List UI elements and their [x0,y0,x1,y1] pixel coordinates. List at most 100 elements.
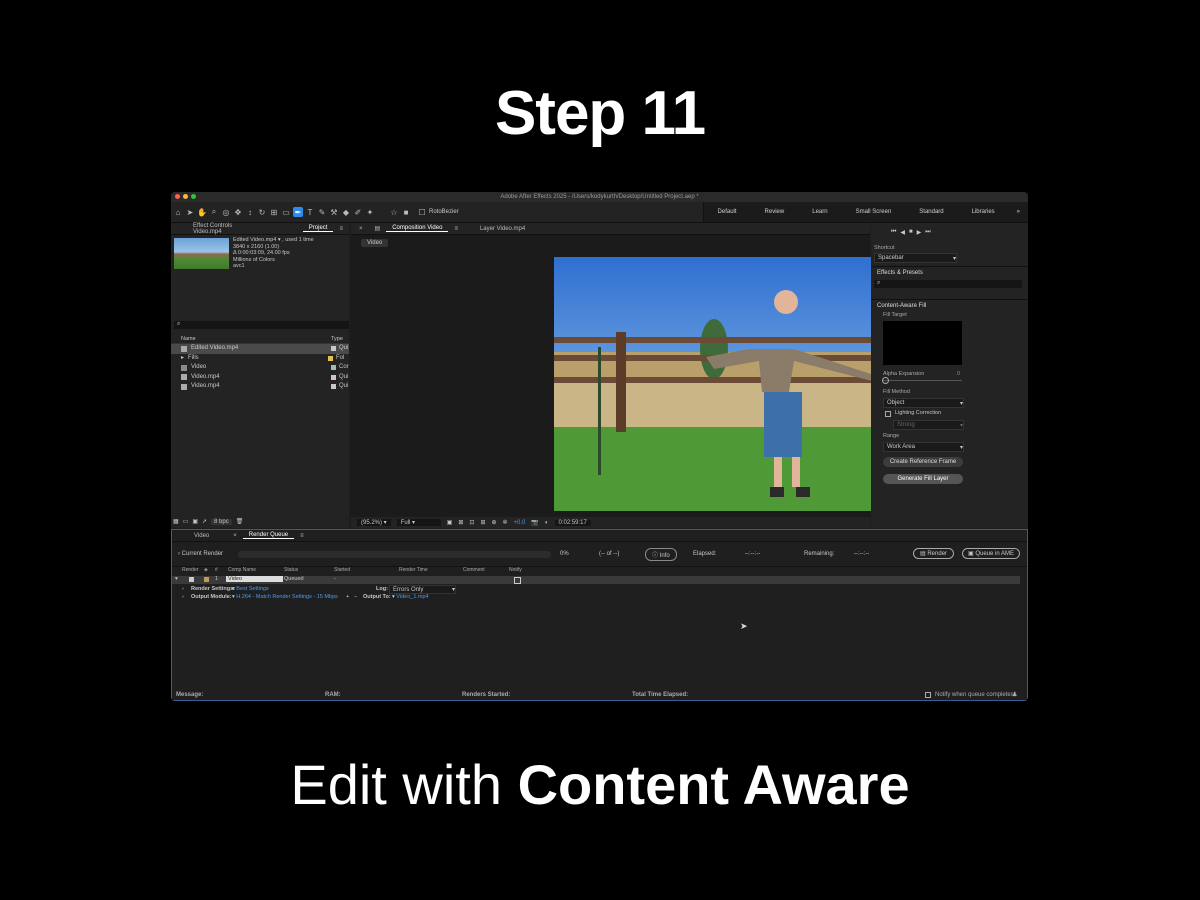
panel-menu-icon[interactable]: ≡ [448,226,464,232]
shortcut-dropdown[interactable]: Spacebar ▾ [874,253,957,263]
close-tab-icon[interactable]: × [227,533,243,539]
flowchart-icon[interactable]: ➚ [202,518,207,525]
prev-frame-icon[interactable]: ◀ [900,229,905,236]
workspace-review[interactable]: Review [751,209,799,215]
first-frame-icon[interactable]: ⏮ [891,229,896,236]
show-snapshot-icon[interactable]: ◐ [545,520,549,526]
list-item[interactable]: Video Cor [171,363,349,373]
render-button[interactable]: ▤ Render [913,548,955,559]
column-type[interactable]: Type [331,336,343,342]
zoom-window-button[interactable] [191,194,196,199]
current-render-label[interactable]: › Current Render [178,551,223,557]
tab-render-queue[interactable]: Render Queue [242,532,295,539]
rectangle-tool-icon[interactable]: ▭ [281,207,291,217]
log-dropdown[interactable]: Errors Only ▾ [389,585,456,594]
panel-menu-icon[interactable]: ≡ [333,226,349,232]
more-workspaces-icon[interactable]: » [1009,209,1028,215]
dolly-camera-icon[interactable]: ↕ [245,207,255,217]
exposure-value[interactable]: +0.0 [514,520,526,526]
new-folder-icon[interactable]: ▭ [183,518,189,525]
anchor-point-icon[interactable]: ⊞ [269,207,279,217]
workspace-small-screen[interactable]: Small Screen [842,209,906,215]
rotate-tool-icon[interactable]: ↻ [257,207,267,217]
breadcrumb[interactable]: Video [361,239,389,247]
close-tab-icon[interactable]: × [351,226,369,232]
alpha-expansion-value[interactable]: 0 [957,371,960,377]
add-output-icon[interactable]: + [346,594,349,600]
slider-handle[interactable] [882,377,889,384]
clone-stamp-icon[interactable]: ⚒ [329,207,339,217]
next-frame-icon[interactable]: ▶ [917,229,922,236]
hand-tool-icon[interactable]: ✋ [197,207,207,217]
alpha-expansion-slider[interactable] [883,380,962,381]
render-settings-dropdown[interactable]: ▾ Best Settings [232,586,269,592]
expand-output-module-icon[interactable]: › [182,594,184,600]
interpret-footage-icon[interactable]: ▦ [173,518,179,525]
info-button[interactable]: ⓘ Info [645,548,677,561]
list-item[interactable]: Video.mp4 Qui [171,373,349,383]
workspace-libraries[interactable]: Libraries [958,209,1009,215]
output-to-dropdown[interactable]: ▾ Video_1.mp4 [392,594,429,600]
home-icon[interactable]: ⌂ [173,207,183,217]
zoom-dropdown[interactable]: (95.2%) ▾ [357,519,391,526]
selection-tool-icon[interactable]: ➤ [185,207,195,217]
resolution-dropdown[interactable]: Full ▾ [396,519,441,526]
list-item[interactable]: Edited Video.mp4 Qui [171,344,349,354]
panel-menu-icon[interactable]: ≡ [294,533,310,539]
lock-icon[interactable]: ▤ [369,225,387,232]
minimize-window-button[interactable] [183,194,188,199]
pen-tool-icon[interactable]: ✒ [293,207,303,217]
project-search-input[interactable]: ⌕ [174,321,349,329]
type-tool-icon[interactable]: T [305,207,315,217]
notification-icon[interactable]: ♟ [1012,691,1017,698]
range-dropdown[interactable]: Work Area ▾ [883,442,964,452]
lighting-correction-checkbox[interactable] [885,411,891,417]
snapshot-icon[interactable]: 📷 [531,519,538,526]
tab-effect-controls[interactable]: Effect Controls Video.mp4 [171,223,263,235]
tab-video[interactable]: Video [172,533,215,539]
expand-render-settings-icon[interactable]: › [182,586,184,592]
new-comp-icon[interactable]: ▣ [192,518,198,525]
tab-project[interactable]: Project [302,225,334,232]
eraser-icon[interactable]: ◆ [341,207,351,217]
list-item[interactable]: Video.mp4 Qui [171,382,349,392]
star-icon[interactable]: ☆ [389,207,399,217]
reset-exposure-icon[interactable]: ✲ [503,519,508,526]
effects-search-input[interactable]: ⌕ [874,280,1022,288]
zoom-tool-icon[interactable]: ⌕ [209,207,219,217]
workspace-default[interactable]: Default [704,209,751,215]
last-frame-icon[interactable]: ⏭ [925,229,930,236]
tab-composition[interactable]: Composition Video [386,225,449,232]
queue-in-ame-button[interactable]: ▣ Queue in AME [962,548,1021,559]
create-reference-frame-button[interactable]: Create Reference Frame [883,457,963,467]
bpc-button[interactable]: 8 bpc [211,518,232,525]
roto-brush-icon[interactable]: ✐ [353,207,363,217]
fill-icon[interactable]: ■ [401,207,411,217]
transparency-grid-icon[interactable]: ⊠ [458,519,463,526]
strength-dropdown[interactable]: Strong ▾ [893,420,964,430]
stop-icon[interactable]: ■ [909,229,913,236]
region-of-interest-icon[interactable]: ▣ [447,519,453,526]
notify-complete-checkbox[interactable] [925,692,931,698]
workspace-learn[interactable]: Learn [798,209,841,215]
label-color[interactable] [204,577,209,582]
trash-icon[interactable]: 🗑 [236,518,244,525]
brush-tool-icon[interactable]: ✎ [317,207,327,217]
grid-icon[interactable]: ⊞ [480,519,485,526]
output-module-dropdown[interactable]: ▾ H.264 - Match Render Settings - 15 Mbp… [232,594,338,600]
fill-method-dropdown[interactable]: Object ▾ [883,398,964,408]
timecode[interactable]: 0:02:59:17 [554,519,591,526]
expand-icon[interactable]: ▾ [175,576,178,582]
generate-fill-layer-button[interactable]: Generate Fill Layer [883,474,963,484]
close-window-button[interactable] [175,194,180,199]
comp-name-cell[interactable]: Video [226,576,283,582]
mask-visibility-icon[interactable]: ⊡ [469,519,474,526]
pan-camera-icon[interactable]: ✥ [233,207,243,217]
rotobezier-checkbox[interactable]: ☐ [417,207,427,217]
remove-output-icon[interactable]: − [354,594,357,600]
queue-item-row[interactable]: ▾ 1 Video Queued - [172,576,1020,584]
list-item[interactable]: ▸ Fills Fol [171,354,349,364]
orbit-camera-icon[interactable]: ◎ [221,207,231,217]
workspace-standard[interactable]: Standard [905,209,957,215]
channel-icon[interactable]: ⊕ [491,519,496,526]
